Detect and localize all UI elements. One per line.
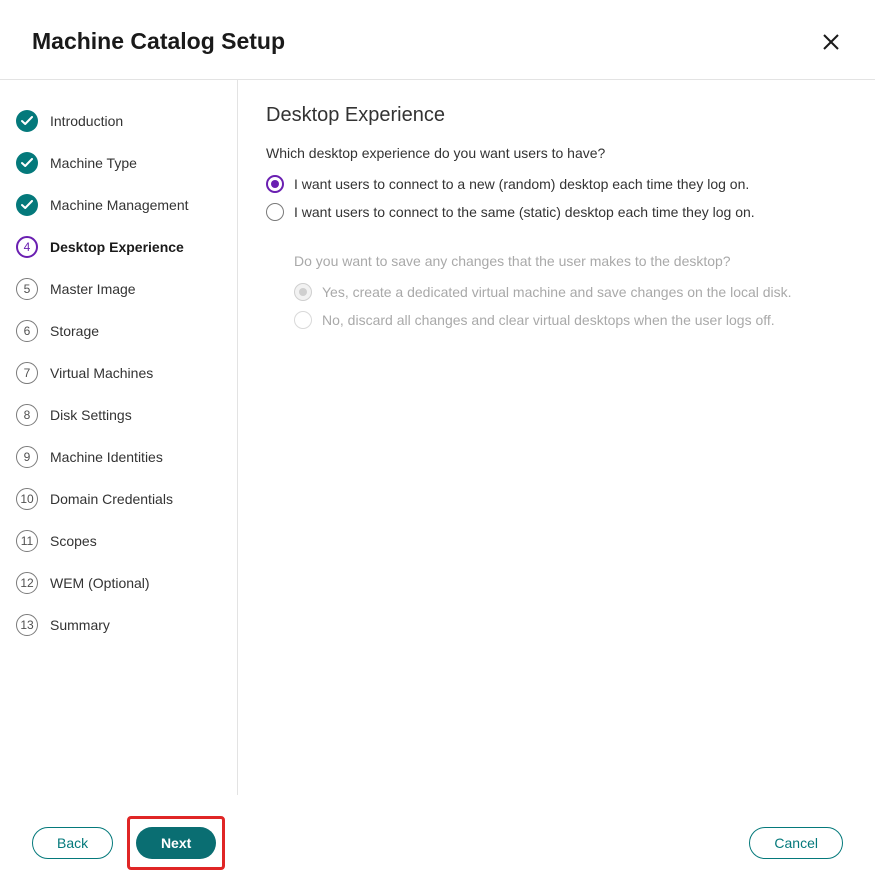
step-label: Summary xyxy=(50,617,110,633)
wizard-step: 6 Storage xyxy=(16,310,237,352)
step-label: Machine Identities xyxy=(50,449,163,465)
sub-section: Do you want to save any changes that the… xyxy=(266,253,843,329)
option-label: Yes, create a dedicated virtual machine … xyxy=(322,284,792,300)
radio-icon xyxy=(266,203,284,221)
check-icon xyxy=(16,194,38,216)
radio-icon xyxy=(294,311,312,329)
check-icon xyxy=(16,152,38,174)
step-label: Machine Management xyxy=(50,197,189,213)
step-label: Master Image xyxy=(50,281,136,297)
step-label: WEM (Optional) xyxy=(50,575,150,591)
option-static-desktop[interactable]: I want users to connect to the same (sta… xyxy=(266,203,843,221)
step-number-badge: 10 xyxy=(16,488,38,510)
wizard-step: 12 WEM (Optional) xyxy=(16,562,237,604)
wizard-sidebar: Introduction Machine Type Machine Manageme… xyxy=(0,80,238,795)
wizard-step: 5 Master Image xyxy=(16,268,237,310)
wizard-step: 10 Domain Credentials xyxy=(16,478,237,520)
radio-icon xyxy=(294,283,312,301)
step-number-badge: 5 xyxy=(16,278,38,300)
check-icon xyxy=(16,110,38,132)
option-random-desktop[interactable]: I want users to connect to a new (random… xyxy=(266,175,843,193)
wizard-step: 4 Desktop Experience xyxy=(16,226,237,268)
sub-question: Do you want to save any changes that the… xyxy=(294,253,843,269)
page-title: Machine Catalog Setup xyxy=(32,28,285,55)
step-number-badge: 8 xyxy=(16,404,38,426)
content-panel: Desktop Experience Which desktop experie… xyxy=(238,80,875,795)
wizard-step: 11 Scopes xyxy=(16,520,237,562)
step-number-badge: 9 xyxy=(16,446,38,468)
wizard-step[interactable]: Introduction xyxy=(16,100,237,142)
step-label: Disk Settings xyxy=(50,407,132,423)
wizard-step: 8 Disk Settings xyxy=(16,394,237,436)
dialog-footer: Back Next Cancel xyxy=(0,801,875,885)
option-label: I want users to connect to the same (sta… xyxy=(294,204,755,220)
step-number-badge: 6 xyxy=(16,320,38,342)
option-discard-changes: No, discard all changes and clear virtua… xyxy=(294,311,843,329)
next-button[interactable]: Next xyxy=(136,827,216,859)
footer-left-group: Back Next xyxy=(32,816,225,870)
wizard-step: 13 Summary xyxy=(16,604,237,646)
back-button[interactable]: Back xyxy=(32,827,113,859)
close-icon[interactable] xyxy=(819,30,843,54)
step-label: Machine Type xyxy=(50,155,137,171)
wizard-step: 7 Virtual Machines xyxy=(16,352,237,394)
dialog-header: Machine Catalog Setup xyxy=(0,0,875,79)
radio-icon xyxy=(266,175,284,193)
step-label: Storage xyxy=(50,323,99,339)
next-button-highlight: Next xyxy=(127,816,225,870)
step-label: Domain Credentials xyxy=(50,491,173,507)
step-label: Virtual Machines xyxy=(50,365,153,381)
step-label: Scopes xyxy=(50,533,97,549)
step-number-badge: 7 xyxy=(16,362,38,384)
primary-question: Which desktop experience do you want use… xyxy=(266,145,843,161)
content-heading: Desktop Experience xyxy=(266,104,843,127)
step-label: Introduction xyxy=(50,113,123,129)
step-number-badge: 12 xyxy=(16,572,38,594)
wizard-step[interactable]: Machine Management xyxy=(16,184,237,226)
wizard-step[interactable]: Machine Type xyxy=(16,142,237,184)
wizard-step: 9 Machine Identities xyxy=(16,436,237,478)
step-label: Desktop Experience xyxy=(50,239,184,255)
step-number-badge: 11 xyxy=(16,530,38,552)
step-number-badge: 4 xyxy=(16,236,38,258)
step-number-badge: 13 xyxy=(16,614,38,636)
option-save-changes: Yes, create a dedicated virtual machine … xyxy=(294,283,843,301)
option-label: I want users to connect to a new (random… xyxy=(294,176,749,192)
cancel-button[interactable]: Cancel xyxy=(749,827,843,859)
option-label: No, discard all changes and clear virtua… xyxy=(322,312,775,328)
